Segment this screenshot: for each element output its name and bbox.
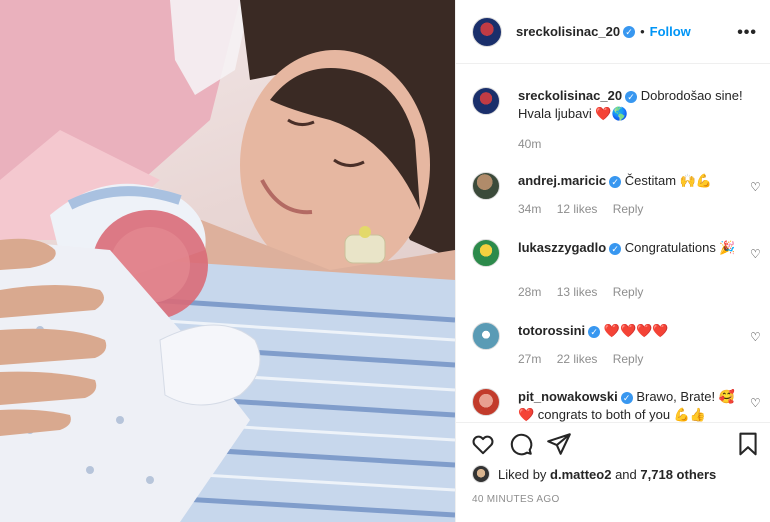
comment-time[interactable]: 27m (518, 352, 541, 366)
comment-likes[interactable]: 12 likes (557, 202, 598, 216)
verified-icon: ✓ (609, 242, 622, 255)
reply-button[interactable]: Reply (613, 285, 644, 299)
comment-text: Čestitam 🙌💪 (624, 173, 713, 188)
caption: sreckolisinac_20 ✓ Dobrodošao sine! Hvala… (472, 87, 762, 157)
comment-text: Congratulations 🎉 (624, 240, 736, 255)
comments-list[interactable]: sreckolisinac_20 ✓ Dobrodošao sine! Hvala… (456, 65, 770, 422)
comment-time[interactable]: 28m (518, 285, 541, 299)
comment-like-heart-icon[interactable]: ♡ (750, 330, 762, 344)
post-side-panel: sreckolisinac_20 ✓ • Follow ••• sreckoli… (455, 0, 770, 522)
comment-likes[interactable]: 13 likes (557, 285, 598, 299)
comment-item: lukaszzygadlo ✓ Congratulations 🎉 28m 13 … (472, 239, 762, 299)
post-timestamp[interactable]: 40 MINUTES AGO (472, 494, 560, 505)
share-icon[interactable] (546, 431, 572, 457)
heart-icon[interactable] (470, 431, 496, 457)
verified-icon: ✓ (625, 90, 638, 103)
commenter-avatar[interactable] (472, 172, 500, 200)
comment-text: ❤️❤️❤️❤️ (603, 323, 669, 338)
instagram-post-view: sreckolisinac_20 ✓ • Follow ••• sreckoli… (0, 0, 770, 522)
verified-icon: ✓ (609, 175, 622, 188)
comment-body: andrej.maricic ✓ Čestitam 🙌💪 (518, 172, 744, 190)
comment-body: pit_nowakowski ✓ Brawo, Brate! 🥰❤️ congra… (518, 388, 744, 422)
commenter-avatar[interactable] (472, 322, 500, 350)
comment-meta: 34m 12 likes Reply (518, 202, 655, 216)
likes-count[interactable]: 7,718 others (640, 467, 716, 482)
comment-like-heart-icon[interactable]: ♡ (750, 396, 762, 410)
liker-username[interactable]: d.matteo2 (550, 467, 611, 482)
bookmark-icon[interactable] (735, 431, 761, 457)
comment-body: lukaszzygadlo ✓ Congratulations 🎉 (518, 239, 744, 257)
comment-username[interactable]: pit_nowakowski (518, 389, 618, 404)
photo-illustration (0, 0, 455, 522)
comment-body: totorossini ✓ ❤️❤️❤️❤️ (518, 322, 744, 340)
author-username[interactable]: sreckolisinac_20 (516, 24, 620, 39)
commenter-avatar[interactable] (472, 388, 500, 416)
reply-button[interactable]: Reply (613, 202, 644, 216)
post-photo[interactable] (0, 0, 455, 522)
comment-time[interactable]: 34m (518, 202, 541, 216)
verified-icon: ✓ (588, 325, 601, 338)
comment-likes[interactable]: 22 likes (557, 352, 598, 366)
verified-icon: ✓ (620, 391, 633, 404)
action-bar (456, 422, 770, 462)
follow-button[interactable]: Follow (650, 24, 691, 39)
comment-username[interactable]: totorossini (518, 323, 585, 338)
likes-prefix: Liked by (498, 466, 547, 482)
separator-dot: • (640, 24, 645, 39)
caption-avatar[interactable] (472, 87, 500, 115)
post-header: sreckolisinac_20 ✓ • Follow ••• (456, 0, 770, 64)
comment-item: andrej.maricic ✓ Čestitam 🙌💪 34m 12 likes… (472, 172, 762, 232)
more-icon[interactable]: ••• (737, 24, 757, 42)
comment-meta: 28m 13 likes Reply (518, 285, 655, 299)
comment-icon[interactable] (508, 431, 534, 457)
author-avatar[interactable] (472, 16, 502, 47)
likes-summary: Liked by d.matteo2 and 7,718 others (472, 462, 762, 486)
commenter-avatar[interactable] (472, 239, 500, 267)
comment-meta: 27m 22 likes Reply (518, 352, 655, 366)
likes-middle: and (615, 466, 637, 482)
comment-like-heart-icon[interactable]: ♡ (750, 180, 762, 194)
reply-button[interactable]: Reply (613, 352, 644, 366)
liker-avatar[interactable] (472, 465, 490, 483)
comment-username[interactable]: andrej.maricic (518, 173, 606, 188)
comment-item: pit_nowakowski ✓ Brawo, Brate! 🥰❤️ congra… (472, 388, 762, 422)
author-info: sreckolisinac_20 ✓ • Follow (516, 24, 691, 39)
caption-username[interactable]: sreckolisinac_20 (518, 88, 622, 103)
comment-item: totorossini ✓ ❤️❤️❤️❤️ 27m 22 likes Reply… (472, 322, 762, 372)
caption-body: sreckolisinac_20 ✓ Dobrodošao sine! Hvala… (518, 87, 744, 123)
comment-like-heart-icon[interactable]: ♡ (750, 247, 762, 261)
comment-username[interactable]: lukaszzygadlo (518, 240, 606, 255)
caption-time[interactable]: 40m (518, 137, 541, 151)
caption-meta: 40m (518, 137, 553, 151)
verified-icon: ✓ (623, 25, 636, 38)
